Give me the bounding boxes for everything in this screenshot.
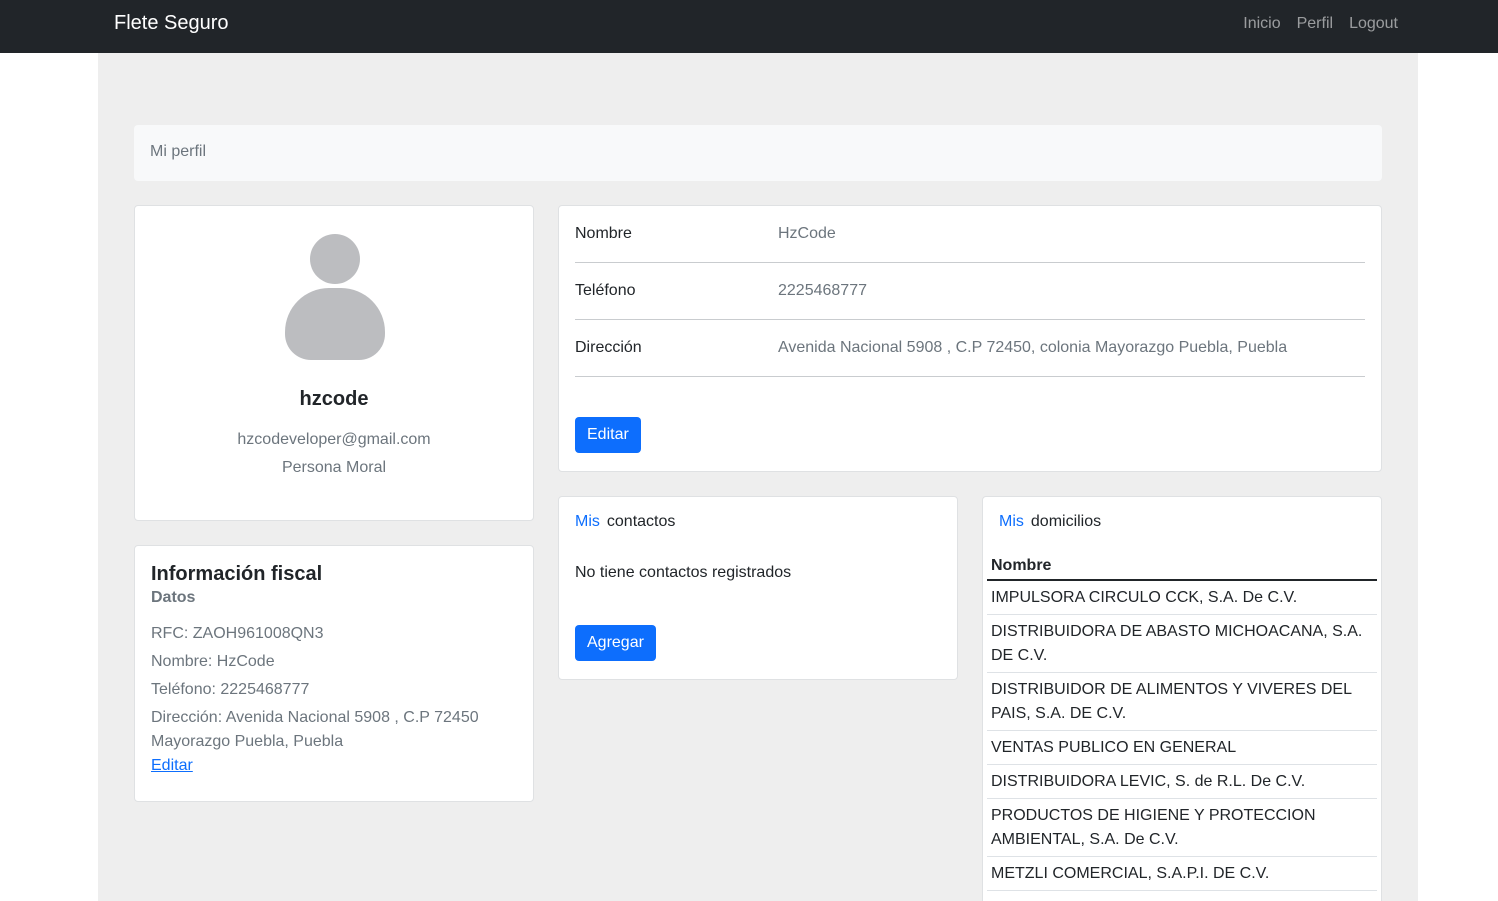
table-row: DISTRIBUIDORA LEVIC, S. de R.L. De C.V. [987,764,1377,799]
detail-value: 2225468777 [778,282,867,299]
contacts-header: Mis contactos [575,513,941,531]
address-name: VENTAS PUBLICO EN GENERAL [987,730,1377,765]
table-row: VENTAS PUBLICO EN GENERAL [987,730,1377,765]
fiscal-subtitle: Datos [151,589,196,606]
fiscal-address: Dirección: Avenida Nacional 5908 , C.P 7… [151,709,479,750]
address-name: METZLI COMERCIAL, S.A.P.I. DE C.V. [987,856,1377,891]
address-name: DISTRIBUIDORA LEVIC, S. de R.L. De C.V. [987,764,1377,799]
fiscal-phone: Teléfono: 2225468777 [151,681,310,698]
addresses-table: Nombre IMPULSORA CIRCULO CCK, S.A. De C.… [987,551,1377,891]
address-name: DISTRIBUIDORA DE ABASTO MICHOACANA, S.A.… [987,614,1377,673]
address-name: IMPULSORA CIRCULO CCK, S.A. De C.V. [987,580,1377,615]
nav-links: Inicio Perfil Logout [1243,15,1398,33]
addresses-header: Mis domicilios [987,513,1377,531]
profile-username: hzcode [299,388,369,410]
nav-inicio[interactable]: Inicio [1243,15,1280,33]
detail-value: HzCode [778,225,836,242]
fiscal-edit-link[interactable]: Editar [151,754,517,778]
detail-value: Avenida Nacional 5908 , C.P 72450, colon… [778,339,1288,356]
fiscal-rfc: RFC: ZAOH961008QN3 [151,625,324,642]
table-row: METZLI COMERCIAL, S.A.P.I. DE C.V. [987,856,1377,891]
fiscal-info-card: Información fiscal Datos RFC: ZAOH961008… [134,545,534,802]
navbar: Flete Seguro Inicio Perfil Logout [0,0,1498,53]
table-row: IMPULSORA CIRCULO CCK, S.A. De C.V. [987,580,1377,615]
address-name: DISTRIBUIDOR DE ALIMENTOS Y VIVERES DEL … [987,672,1377,731]
brand[interactable]: Flete Seguro [114,12,229,35]
contacts-title: contactos [606,513,676,530]
breadcrumb: Mi perfil [134,125,1382,181]
main-content: Mi perfil hzcode hzcodeveloper@gmail.com… [98,53,1418,901]
no-contacts-text: No tiene contactos registrados [575,564,792,581]
fiscal-name: Nombre: HzCode [151,653,275,670]
contacts-title-prefix: Mis [575,513,600,530]
table-row: DISTRIBUIDORA DE ABASTO MICHOACANA, S.A.… [987,614,1377,673]
detail-row-direccion: Dirección Avenida Nacional 5908 , C.P 72… [575,320,1365,377]
detail-label: Teléfono [575,282,636,299]
addresses-card: Mis domicilios Nombre IMPULSORA CIRCULO C… [982,496,1382,901]
detail-row-nombre: Nombre HzCode [575,206,1365,263]
table-row: DISTRIBUIDOR DE ALIMENTOS Y VIVERES DEL … [987,672,1377,731]
contacts-card: Mis contactos No tiene contactos registra… [558,496,958,680]
detail-label: Nombre [575,225,632,242]
nav-perfil[interactable]: Perfil [1297,15,1333,33]
detail-label: Dirección [575,339,642,356]
addresses-title-prefix: Mis [999,513,1024,530]
address-name: PRODUCTOS DE HIGIENE Y PROTECCION AMBIEN… [987,798,1377,857]
fiscal-title: Información fiscal [151,563,323,585]
profile-email: hzcodeveloper@gmail.com [237,431,431,448]
profile-card: hzcode hzcodeveloper@gmail.com Persona M… [134,205,534,521]
column-header-nombre: Nombre [987,551,1377,581]
detail-row-telefono: Teléfono 2225468777 [575,263,1365,320]
edit-profile-button[interactable]: Editar [575,417,641,453]
nav-logout[interactable]: Logout [1349,15,1398,33]
profile-details-card: Nombre HzCode Teléfono 2225468777 Direcc… [558,205,1382,472]
addresses-title: domicilios [1030,513,1102,530]
add-contact-button[interactable]: Agregar [575,625,656,661]
user-avatar-icon [283,228,387,360]
table-row: PRODUCTOS DE HIGIENE Y PROTECCION AMBIEN… [987,798,1377,857]
profile-person-type: Persona Moral [281,459,387,476]
